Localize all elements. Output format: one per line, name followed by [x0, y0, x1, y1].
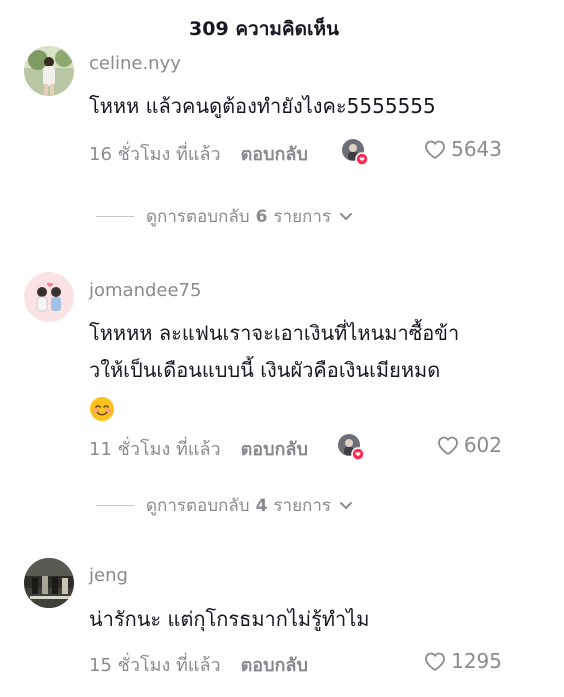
reply-button[interactable]: ตอบกลับ — [241, 650, 308, 679]
username[interactable]: jeng — [89, 565, 128, 586]
comment-meta: 15 ชั่วโมง ที่แล้ว ตอบกลับ — [89, 650, 308, 679]
comment-time: 16 ชั่วโมง ที่แล้ว — [89, 144, 221, 165]
avatar[interactable] — [24, 272, 74, 322]
view-replies-button[interactable]: ดูการตอบกลับ 4 รายการ — [96, 492, 353, 519]
comment-text: โหหห แล้วคนดูต้องทำยังไงคะ5555555 — [89, 94, 436, 118]
creator-liked-icon — [338, 434, 365, 461]
like-button[interactable]: 602 — [436, 433, 502, 457]
username[interactable]: jomandee75 — [89, 280, 201, 301]
comments-count-title: 309 ความคิดเห็น — [189, 18, 339, 40]
chevron-down-icon — [340, 212, 353, 220]
avatar[interactable] — [24, 558, 74, 608]
like-button[interactable]: 5643 — [423, 137, 502, 161]
reply-button[interactable]: ตอบกลับ — [241, 434, 308, 463]
username[interactable]: celine.nyy — [89, 53, 181, 74]
view-replies-suffix: รายการ — [273, 496, 332, 516]
comment-text-line: วให้เป็นเดือนแบบนี้ เงินผัวคือเงินเมียหม… — [89, 358, 441, 382]
comment-time: 11 ชั่วโมง ที่แล้ว — [89, 439, 221, 460]
view-replies-label: ดูการตอบกลับ — [146, 207, 250, 227]
divider — [96, 505, 134, 506]
comment-text-line: โหหหห ละแฟนเราจะเอาเงินที่ไหนมาซื้อข้า — [89, 321, 460, 345]
comment-meta: 11 ชั่วโมง ที่แล้ว ตอบกลับ — [89, 434, 308, 463]
reply-count: 4 — [255, 495, 268, 516]
comment-time: 15 ชั่วโมง ที่แล้ว — [89, 655, 221, 676]
chevron-down-icon — [340, 501, 353, 509]
like-count: 1295 — [451, 649, 502, 673]
view-replies-suffix: รายการ — [273, 207, 332, 227]
comment-text: น่ารักนะ แต่กุโกรธมากไม่รู้ทำไม — [89, 607, 370, 631]
like-count: 602 — [463, 433, 502, 457]
view-replies-label: ดูการตอบกลับ — [146, 496, 250, 516]
view-replies-button[interactable]: ดูการตอบกลับ 6 รายการ — [96, 203, 353, 230]
reply-count: 6 — [255, 206, 268, 227]
heart-icon — [425, 652, 445, 671]
divider — [96, 216, 134, 217]
heart-icon — [437, 436, 458, 455]
like-button[interactable]: 1295 — [423, 649, 502, 673]
comment-text: โหหหห ละแฟนเราจะเอาเงินที่ไหนมาซื้อข้า ว… — [89, 315, 529, 426]
comment-meta: 16 ชั่วโมง ที่แล้ว ตอบกลับ — [89, 139, 308, 168]
heart-icon — [425, 140, 445, 159]
smiling-face-emoji — [90, 396, 114, 421]
reply-button[interactable]: ตอบกลับ — [241, 139, 308, 168]
creator-liked-icon — [342, 139, 369, 166]
avatar[interactable] — [24, 46, 74, 96]
like-count: 5643 — [451, 137, 502, 161]
